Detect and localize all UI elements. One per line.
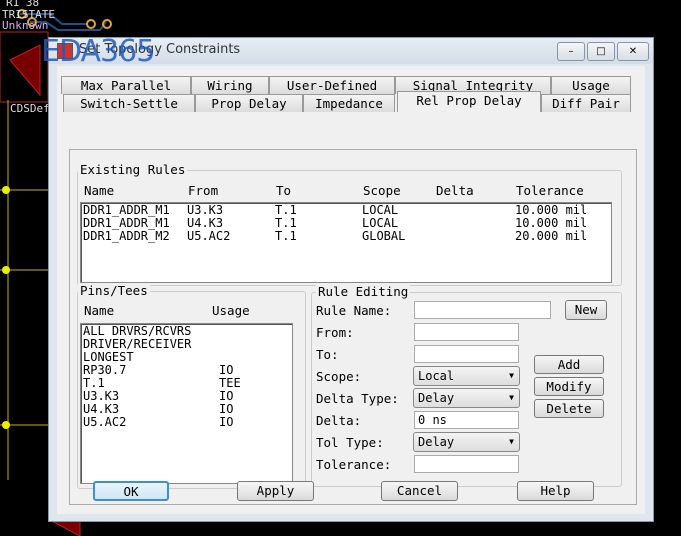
column-header-name: Name — [84, 303, 115, 318]
rule-name-label: Rule Name: — [316, 303, 392, 318]
scope-select[interactable]: Local ▼ — [413, 366, 520, 386]
from-input[interactable] — [414, 323, 519, 341]
list-item[interactable]: RP30.7 IO — [81, 364, 292, 377]
pins-tees-label: Pins/Tees — [78, 283, 150, 298]
rule-editing-label: Rule Editing — [316, 284, 411, 299]
delta-input[interactable]: 0 ns — [414, 411, 519, 429]
tol-type-label: Tol Type: — [316, 435, 384, 450]
existing-rules-list[interactable]: DDR1_ADDR_M1 U3.K3 T.1 LOCAL 10.000 mil DDR1_… — [80, 202, 612, 283]
column-header-tolerance: Tolerance — [516, 183, 584, 198]
dropdown-arrow-icon: ▼ — [509, 393, 514, 402]
table-cell: 20.000 mil — [515, 229, 588, 243]
apply-button[interactable]: Apply — [237, 481, 314, 501]
delta-type-select[interactable]: Delay ▼ — [413, 388, 520, 408]
minimize-button[interactable]: – — [557, 42, 585, 61]
from-label: From: — [316, 325, 354, 340]
column-header-delta: Delta — [436, 183, 474, 198]
modify-button[interactable]: Modify — [534, 377, 604, 396]
add-button[interactable]: Add — [534, 355, 604, 374]
list-cell: IO — [219, 415, 234, 429]
set-topology-constraints-dialog: Set Topology Constraints – □ ✕ EDA365 Ma… — [41, 34, 654, 522]
delta-type-label: Delta Type: — [316, 391, 399, 406]
tab-rel-prop-delay[interactable]: Rel Prop Delay — [397, 91, 541, 112]
new-button[interactable]: New — [565, 300, 607, 320]
tol-type-select[interactable]: Delay ▼ — [413, 432, 520, 452]
help-button[interactable]: Help — [517, 481, 594, 501]
tab-diff-pair[interactable]: Diff Pair — [541, 94, 631, 112]
column-header-from: From — [188, 183, 219, 198]
list-cell: U5.AC2 — [83, 415, 127, 429]
to-input[interactable] — [414, 345, 519, 363]
list-item[interactable]: U5.AC2 IO — [81, 416, 292, 429]
delta-type-value: Delay — [418, 391, 455, 405]
pcb-label: CDSDef — [10, 102, 50, 115]
to-label: To: — [316, 347, 339, 362]
delta-label: Delta: — [316, 413, 362, 428]
table-row[interactable]: DDR1_ADDR_M2 U5.AC2 T.1 GLOBAL 20.000 mil — [81, 230, 611, 243]
tab-panel: Existing Rules Name From To Scope Delta … — [69, 149, 637, 505]
column-header-name: Name — [84, 183, 115, 198]
pins-tees-list[interactable]: ALL DRVRS/RCVRS DRIVER/RECEIVER LONGEST RP3… — [80, 323, 293, 484]
tab-user-defined[interactable]: User-Defined — [269, 76, 395, 94]
dialog-client: Max Parallel Wiring User-Defined Signal … — [57, 66, 645, 514]
table-cell: T.1 — [275, 229, 297, 243]
pcb-label: Unknown — [2, 19, 49, 32]
tab-prop-delay[interactable]: Prop Delay — [195, 94, 303, 112]
delete-button[interactable]: Delete — [534, 399, 604, 418]
column-header-usage: Usage — [212, 303, 250, 318]
existing-rules-label: Existing Rules — [78, 162, 188, 177]
tol-type-value: Delay — [418, 435, 455, 449]
tab-usage[interactable]: Usage — [551, 76, 631, 94]
maximize-button[interactable]: □ — [587, 42, 615, 61]
close-button[interactable]: ✕ — [617, 42, 649, 61]
table-cell: GLOBAL — [362, 229, 406, 243]
tab-wiring[interactable]: Wiring — [191, 76, 269, 94]
dropdown-arrow-icon: ▼ — [509, 437, 514, 446]
table-cell: DDR1_ADDR_M2 — [83, 229, 170, 243]
tab-switch-settle[interactable]: Switch-Settle — [63, 94, 195, 112]
column-header-to: To — [276, 183, 292, 198]
table-cell: U5.AC2 — [187, 229, 231, 243]
tab-impedance[interactable]: Impedance — [303, 94, 395, 112]
tab-max-parallel[interactable]: Max Parallel — [61, 76, 191, 94]
tolerance-input[interactable] — [414, 455, 519, 473]
watermark-logo: EDA365 — [41, 34, 155, 69]
ok-button[interactable]: OK — [93, 481, 169, 501]
cancel-button[interactable]: Cancel — [381, 481, 458, 501]
rule-name-input[interactable] — [414, 301, 551, 319]
tolerance-label: Tolerance: — [316, 457, 392, 472]
scope-value: Local — [418, 369, 455, 383]
column-header-scope: Scope — [363, 183, 401, 198]
dropdown-arrow-icon: ▼ — [509, 371, 514, 380]
scope-label: Scope: — [316, 369, 362, 384]
